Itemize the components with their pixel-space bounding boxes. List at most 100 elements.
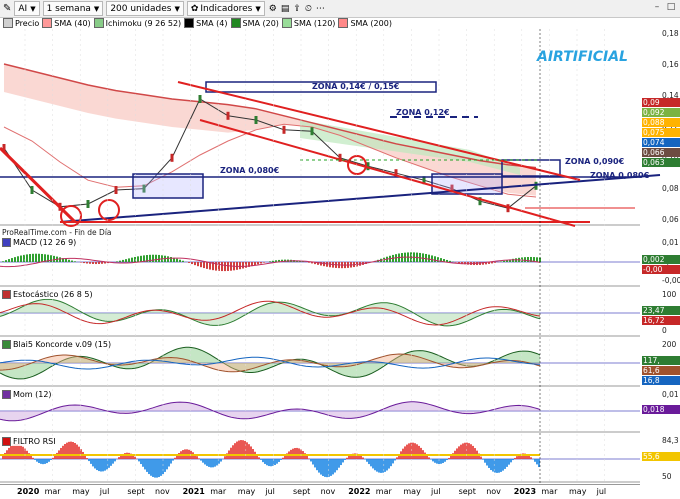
rsi-label[interactable]: FILTRO RSI [2,437,56,446]
rsi-bar [138,459,140,461]
time-tick-label: may [238,487,255,496]
macd-bar [20,256,22,262]
rsi-bar [154,459,156,478]
rsi-bar [32,458,34,459]
rsi-bar [250,446,252,459]
rsi-bar [198,458,200,459]
stoch-label[interactable]: Estocástico (26 8 5) [2,290,93,299]
rsi-bar [144,459,146,469]
trading-chart-window: ✎ AI▼ 1 semana▼ 200 unidades▼ ✿Indicador… [0,0,680,498]
rsi-bar [336,459,338,470]
time-tick-label: jul [431,487,441,496]
rsi-bar [328,459,330,477]
macd-bar [494,262,496,263]
rsi-bar [44,459,46,464]
macd-bar [227,262,229,271]
rsi-bar [74,443,76,459]
price-axis[interactable]: 0,180,160,140,120,100,080,060,090,0920,0… [642,29,680,225]
price-candle [171,154,174,162]
macd-bar [50,255,52,262]
rsi-bar [534,459,536,462]
axis-value-label: -0,00 [642,265,680,274]
time-tick-label: mar [376,487,392,496]
mom-label[interactable]: Mom (12) [2,390,52,399]
rsi-bar [60,448,62,459]
rsi-bar [232,445,234,459]
macd-bar [128,258,130,262]
rsi-bar [374,459,376,470]
rsi-bar [20,445,22,459]
rsi-bar [514,458,516,459]
rsi-bar [212,459,214,467]
koncorde-swatch [2,340,11,349]
macd-bar [188,262,190,263]
macd-label[interactable]: MACD (12 26 9) [2,238,76,247]
rsi-bar [134,457,136,459]
axis-tick-label: 100 [662,290,676,299]
rsi-bar [366,459,368,462]
macd-bar [179,260,181,262]
mom-swatch [2,390,11,399]
axis-value-label: 16,8 [642,376,680,385]
rsi-bar [392,459,394,463]
zona-0080-right-label: ZONA 0,080€ [590,171,649,180]
rsi-bar [310,459,312,461]
rsi-bar [340,459,342,465]
rsi-bar [296,448,298,459]
rsi-label-text: FILTRO RSI [13,437,56,446]
source-note: ProRealTime.com - Fin de Día [2,228,112,237]
rsi-bar [242,440,244,459]
rsi-bar [308,458,310,459]
rsi-bar [470,444,472,459]
rsi-bar [396,457,398,459]
rsi-bar [268,459,270,466]
rsi-bar [150,459,152,476]
axis-tick-label: 0,16 [662,60,679,69]
price-candle [31,186,34,194]
macd-bar [125,259,127,262]
time-tick-label: nov [155,487,170,496]
rsi-bar [482,459,484,460]
rsi-bar [86,458,88,459]
macd-bar [32,254,34,262]
rsi-bar [240,440,242,459]
stoch-axis[interactable]: 100023,4716,72 [642,290,680,336]
macd-bar [182,261,184,262]
rsi-axis[interactable]: 84,35055,6 [642,436,680,482]
time-tick-label: may [569,487,586,496]
axis-tick-label: 0,06 [662,215,679,224]
rsi-bar [278,459,280,462]
macd-bar [95,262,97,264]
axis-value-label: 55,6 [642,452,680,461]
mom-axis[interactable]: 0,010,018 [642,390,680,432]
rsi-bar [446,459,448,460]
macd-bar [254,262,256,265]
rsi-bar [170,459,172,464]
koncorde-axis[interactable]: 2000117,61,616,8 [642,340,680,386]
rsi-bar [266,459,268,465]
macd-axis[interactable]: 0,010,00-0,000,002-0,00 [642,238,680,286]
koncorde-label[interactable]: Blai5 Koncorde v.09 (15) [2,340,111,349]
macd-bar [257,262,259,264]
rsi-bar [52,458,54,459]
macd-bar [155,255,157,262]
rsi-bar [148,459,150,474]
rsi-bar [62,446,64,459]
rsi-bar [488,459,490,468]
rsi-bar [124,453,126,459]
rsi-bar [318,459,320,473]
time-axis[interactable]: 2020marmayjulseptnov2021marmayjulseptnov… [0,484,640,499]
rsi-bar [206,459,208,466]
rsi-bar [208,459,210,467]
koncorde-label-text: Blai5 Koncorde v.09 (15) [13,340,111,349]
rsi-bar [376,459,378,472]
rsi-bar [388,459,390,469]
rsi-bar [68,442,70,459]
macd-bar [425,254,427,262]
time-tick-label: 2023 [514,487,536,496]
macd-bar [26,254,28,262]
rsi-bar [416,444,418,459]
stoch-label-text: Estocástico (26 8 5) [13,290,93,299]
rsi-bar [294,448,296,459]
time-tick-label: 2020 [17,487,39,496]
